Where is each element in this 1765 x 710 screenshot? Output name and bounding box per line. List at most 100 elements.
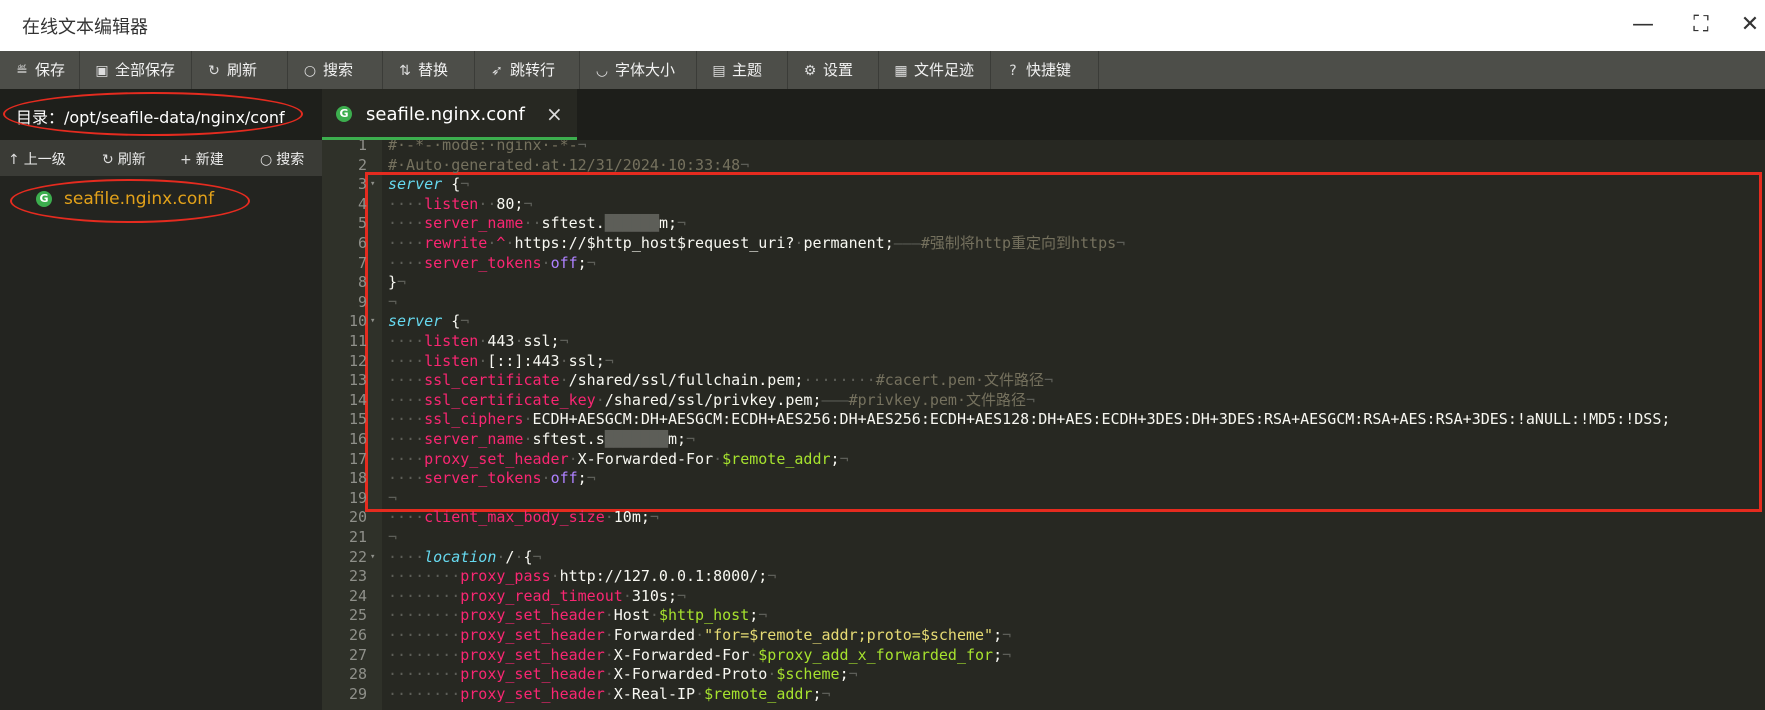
code-text: ········proxy_pass·http://127.0.0.1:8000… [388,566,776,586]
code-token: ¬ [604,351,614,370]
sidebar-new-label: 新建 [195,152,224,168]
line-number: 8 [357,273,367,292]
sidebar-new-button[interactable]: + 新建 [180,149,224,169]
code-token: ···· [388,194,425,213]
code-token: ¬ [839,449,849,468]
code-line[interactable]: 20 ····client_max_body_size·10m;¬ [322,507,1765,527]
code-line[interactable]: 1 #·-*-·mode:·nginx·-*-¬ [322,140,1765,155]
file-sidebar: 目录：/opt/seafile-data/nginx/conf ↑ 上一级 ↻ 刷新 +… [0,89,322,710]
code-line[interactable]: 21 ¬ [322,527,1765,547]
code-token: off [550,253,578,272]
code-token: ········ [803,371,876,390]
tab-seafile-nginx-conf[interactable]: G seafile.nginx.conf × [322,89,577,140]
search-icon: ○ [260,152,273,168]
code-token: ¬ [397,273,407,292]
code-token: { [442,175,461,194]
maximize-icon[interactable]: ⛶ [1688,12,1714,38]
code-line[interactable]: 14 ····ssl_certificate_key·/shared/ssl/pr… [322,390,1765,410]
code-line[interactable]: 5 ····server_name··sftest.██████m;¬ [322,213,1765,233]
code-line[interactable]: 18 ····server_tokens·off;¬ [322,468,1765,488]
sidebar-up-level-button[interactable]: ↑ 上一级 [8,149,66,169]
code-line[interactable]: 16 ····server_name·sftest.s███████m;¬ [322,429,1765,449]
code-token: proxy_set_header [460,645,605,664]
code-line[interactable]: 22 ▾ ····location·/·{¬ [322,547,1765,567]
goto-line-icon: ➶ [491,63,503,79]
search-button[interactable]: ○ 搜索 [288,51,383,89]
code-line[interactable]: 11 ····listen·443·ssl;¬ [322,331,1765,351]
code-token: ssl_ciphers [424,410,524,429]
code-token: ···· [388,508,425,527]
code-token: · [523,430,533,448]
code-token: ¬ [758,606,768,625]
code-line[interactable]: 13 ····ssl_certificate·/shared/ssl/fullch… [322,370,1765,390]
fold-arrow-icon[interactable]: ▾ [370,174,375,194]
code-token: ¬ [848,665,858,684]
sidebar-search-button[interactable]: ○ 搜索 [260,149,304,169]
code-token: ——— [821,390,849,409]
code-line[interactable]: 12 ····listen·[::]:443·ssl;¬ [322,351,1765,371]
code-line[interactable]: 19 ¬ [322,488,1765,508]
fold-arrow-icon[interactable]: ▾ [370,311,375,331]
line-number: 4 [357,194,367,213]
code-text: ¬ [388,527,397,547]
code-line[interactable]: 7 ····server_tokens·off;¬ [322,253,1765,273]
code-token: · [713,449,723,468]
save-all-icon: ▣ [95,63,109,79]
code-token: ¬ [559,332,569,350]
code-line[interactable]: 23 ········proxy_pass·http://127.0.0.1:80… [322,566,1765,586]
save-all-button[interactable]: ▣ 全部保存 [80,51,192,89]
code-text: }¬ [388,272,406,292]
code-line[interactable]: 6 ····rewrite·^·https://$http_host$reques… [322,233,1765,253]
code-token: · [523,410,533,429]
settings-button[interactable]: ⚙ 设置 [788,51,879,89]
fold-arrow-icon[interactable]: ▾ [370,547,375,567]
code-line[interactable]: 9 ¬ [322,292,1765,312]
code-token: X-Real-IP [613,684,696,703]
refresh-button[interactable]: ↻ 刷新 [192,51,288,89]
code-token: proxy_set_header [460,665,605,684]
save-button[interactable]: ≝ 保存 [0,51,80,89]
code-line[interactable]: 2 #·Auto·generated·at·12/31/2024·10:33:48… [322,155,1765,175]
sidebar-refresh-button[interactable]: ↻ 刷新 [102,149,146,169]
tab-close-icon[interactable]: × [546,102,563,126]
code-token: ¬ [388,292,398,311]
code-line[interactable]: 24 ········proxy_read_timeout·310s;¬ [322,586,1765,606]
settings-label: 设置 [823,61,854,79]
code-line[interactable]: 25 ········proxy_set_header·Host·$http_ho… [322,605,1765,625]
code-token: ········ [388,684,461,703]
theme-label: 主题 [732,61,763,79]
code-token: · [695,626,705,644]
code-token: sftest.s [532,430,605,448]
code-line[interactable]: 8 }¬ [322,272,1765,292]
code-token: ···· [388,253,425,272]
code-editor[interactable]: 1 #·-*-·mode:·nginx·-*-¬ 2 #·Auto·generated… [322,140,1765,710]
goto-line-button[interactable]: ➶ 跳转行 [475,51,580,89]
code-token: /shared/ssl/fullchain.pem; [568,371,804,390]
file-history-button[interactable]: ▦ 文件足迹 [879,51,991,89]
code-line[interactable]: 27 ········proxy_set_header·X-Forwarded-F… [322,645,1765,665]
code-token: "for=$remote_addr;proto=$scheme" [704,626,994,644]
code-line[interactable]: 26 ········proxy_set_header·Forwarded·"fo… [322,625,1765,645]
code-token: · [749,645,759,664]
shortcuts-button[interactable]: ? 快捷键 [991,51,1099,89]
code-token: · [604,645,614,664]
code-line[interactable]: 4 ····listen··80;¬ [322,194,1765,214]
code-line[interactable]: 17 ····proxy_set_header·X-Forwarded-For·$… [322,449,1765,469]
font-size-button[interactable]: ◡ 字体大小 [580,51,697,89]
code-token: { [442,312,461,331]
code-line[interactable]: 15 ····ssl_ciphers·ECDH+AESGCM:DH+AESGCM:… [322,409,1765,429]
code-line[interactable]: 3 ▾ server {¬ [322,174,1765,194]
code-line[interactable]: 10 ▾ server {¬ [322,311,1765,331]
code-line[interactable]: 29 ········proxy_set_header·X-Real-IP·$re… [322,684,1765,704]
code-line[interactable]: 28 ········proxy_set_header·X-Forwarded-P… [322,664,1765,684]
code-token: · [695,684,705,703]
theme-button[interactable]: ▤ 主题 [697,51,788,89]
code-token: ¬ [1026,390,1036,409]
replace-button[interactable]: ⇅ 替换 [383,51,475,89]
code-token: ···· [388,430,425,448]
line-number: 7 [357,253,367,272]
minimize-icon[interactable]: — [1630,12,1656,38]
close-icon[interactable]: ✕ [1737,12,1763,38]
code-token: ssl_certificate_key [424,390,596,409]
code-token: $http_host [658,606,750,625]
